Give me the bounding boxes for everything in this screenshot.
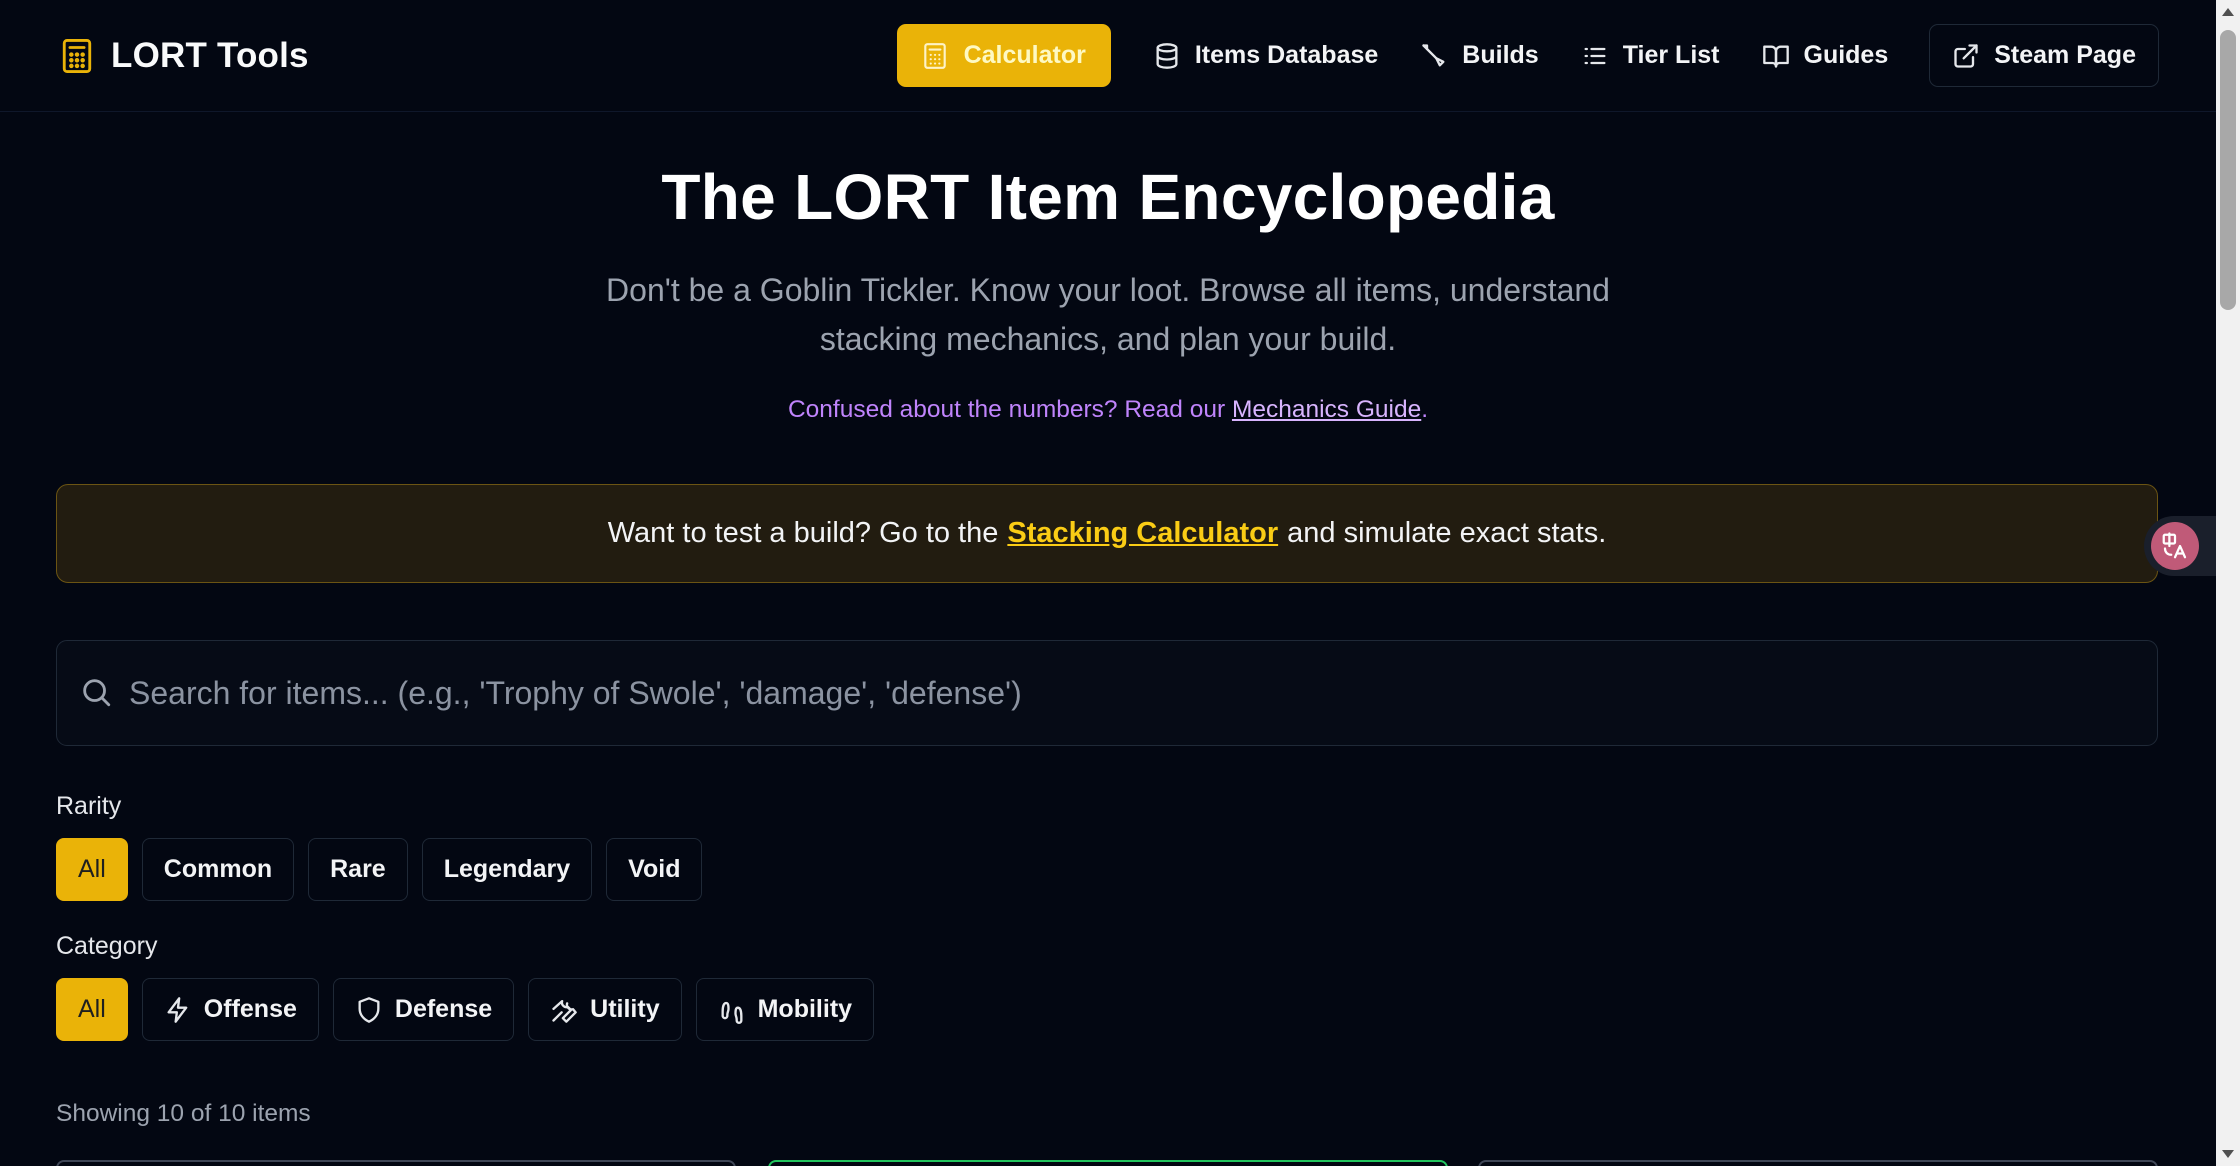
rarity-chip-common[interactable]: Common: [141, 838, 295, 901]
rarity-chip-legendary[interactable]: Legendary: [421, 838, 593, 901]
category-chip-defense[interactable]: Defense: [332, 978, 515, 1041]
book-open-icon: [1762, 42, 1790, 70]
category-chip-offense-label: Offense: [203, 995, 297, 1023]
item-card[interactable]: [56, 1160, 736, 1166]
banner-suffix: and simulate exact stats.: [1287, 517, 1607, 549]
nav-guides-label: Guides: [1803, 41, 1889, 69]
translate-icon[interactable]: [2151, 522, 2199, 570]
sword-icon: [1420, 42, 1448, 70]
item-card[interactable]: [1478, 1160, 2158, 1166]
calculator-icon: [922, 42, 950, 70]
page-title: The LORT Item Encyclopedia: [661, 161, 1555, 233]
nav-guides[interactable]: Guides: [1741, 24, 1910, 87]
shield-icon: [355, 996, 383, 1024]
mechanics-note: Confused about the numbers? Read our Mec…: [0, 396, 2216, 424]
mechanics-note-suffix: .: [1421, 396, 1429, 423]
external-link-icon: [1952, 42, 1980, 70]
nav-items-database-label: Items Database: [1194, 41, 1379, 69]
list-icon: [1581, 42, 1609, 70]
mechanics-guide-link[interactable]: Mechanics Guide: [1232, 396, 1421, 423]
site-logo[interactable]: LORT Tools: [57, 36, 309, 76]
rarity-label: Rarity: [56, 792, 122, 820]
footprints-icon: [718, 996, 746, 1024]
rarity-filter: All Common Rare Legendary Void: [56, 838, 703, 901]
nav-steam-page-label: Steam Page: [1994, 41, 2136, 69]
translate-widget[interactable]: [2144, 516, 2216, 576]
nav-calculator[interactable]: Calculator: [896, 24, 1111, 87]
category-label: Category: [56, 932, 158, 960]
nav-items-database[interactable]: Items Database: [1132, 24, 1399, 87]
category-chip-mobility[interactable]: Mobility: [695, 978, 875, 1041]
category-chip-all[interactable]: All: [56, 978, 128, 1041]
banner-prefix: Want to test a build? Go to the: [607, 517, 999, 549]
wrench-icon: [550, 996, 578, 1024]
search-input[interactable]: [129, 674, 2157, 712]
database-icon: [1153, 42, 1181, 70]
search-box[interactable]: [56, 640, 2158, 746]
nav-steam-page[interactable]: Steam Page: [1929, 24, 2159, 87]
page-scrollbar[interactable]: [2216, 0, 2240, 1166]
category-chip-utility-label: Utility: [590, 995, 660, 1023]
scroll-down-arrow-icon[interactable]: [2216, 1142, 2240, 1166]
results-count: Showing 10 of 10 items: [56, 1100, 311, 1127]
nav-builds[interactable]: Builds: [1399, 24, 1559, 87]
rarity-chip-rare[interactable]: Rare: [308, 838, 408, 901]
rarity-chip-all[interactable]: All: [56, 838, 128, 901]
main-nav: Calculator Items Database Builds Tier Li…: [896, 24, 2159, 87]
category-chip-utility[interactable]: Utility: [528, 978, 682, 1041]
nav-tier-list[interactable]: Tier List: [1560, 24, 1741, 87]
mechanics-note-prefix: Confused about the numbers? Read our: [787, 396, 1232, 423]
category-chip-all-label: All: [78, 995, 106, 1023]
scroll-up-arrow-icon[interactable]: [2216, 0, 2240, 24]
category-chip-defense-label: Defense: [394, 995, 493, 1023]
site-header: LORT Tools Calculator Items Database Bui…: [0, 0, 2216, 112]
site-title: LORT Tools: [111, 35, 309, 75]
item-card[interactable]: [768, 1160, 1448, 1166]
calculator-icon: [57, 36, 97, 76]
page-subtitle: Don't be a Goblin Tickler. Know your loo…: [606, 272, 1610, 357]
search-icon: [79, 675, 115, 711]
calculator-banner: Want to test a build? Go to the Stacking…: [56, 484, 2158, 583]
category-chip-mobility-label: Mobility: [757, 995, 853, 1023]
page-viewport: LORT Tools Calculator Items Database Bui…: [0, 0, 2216, 1166]
scrollbar-thumb[interactable]: [2220, 30, 2236, 310]
hero-section: The LORT Item Encyclopedia Don't be a Go…: [0, 160, 2216, 424]
lightning-icon: [164, 996, 192, 1024]
rarity-chip-void[interactable]: Void: [606, 838, 703, 901]
nav-calculator-label: Calculator: [963, 41, 1086, 69]
category-chip-offense[interactable]: Offense: [141, 978, 319, 1041]
nav-tier-list-label: Tier List: [1622, 41, 1720, 69]
stacking-calculator-link[interactable]: Stacking Calculator: [1007, 517, 1278, 550]
category-filter: All Offense Defense Utility Mobility: [56, 978, 875, 1041]
nav-builds-label: Builds: [1462, 41, 1539, 69]
browser-frame: LORT Tools Calculator Items Database Bui…: [0, 0, 2240, 1166]
